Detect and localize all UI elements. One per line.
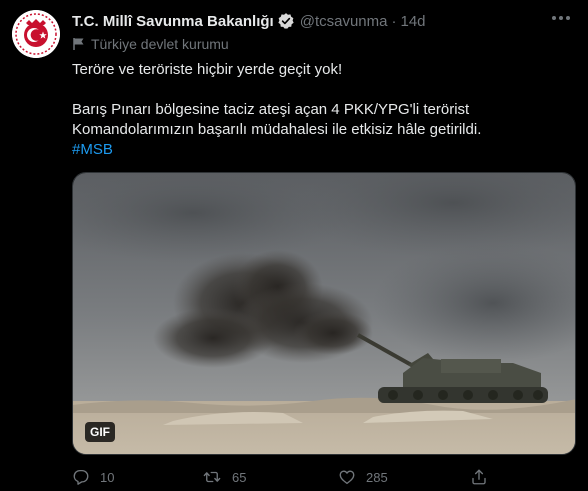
tweet[interactable]: T.C. Millî Savunma Bakanlığı @tcsavunma … <box>0 0 588 491</box>
tweet-text-line: Teröre ve teröriste hiçbir yerde geçit y… <box>72 61 343 78</box>
retweet-icon <box>203 471 221 483</box>
retweet-button[interactable]: 65 <box>202 466 246 488</box>
tweet-text-line: Barış Pınarı bölgesine taciz ateşi açan … <box>72 101 470 118</box>
gif-badge: GIF <box>85 422 115 442</box>
separator-dot: · <box>391 12 397 30</box>
avatar[interactable] <box>12 10 60 58</box>
more-dots-icon <box>552 16 570 20</box>
reply-button[interactable]: 10 <box>72 466 114 488</box>
government-label-text: Türkiye devlet kurumu <box>91 36 229 52</box>
reply-icon <box>73 469 89 485</box>
howitzer-firing-image <box>73 173 575 454</box>
author-handle[interactable]: @tcsavunma <box>300 13 388 30</box>
tweet-header: T.C. Millî Savunma Bakanlığı @tcsavunma … <box>72 11 426 31</box>
like-button[interactable]: 285 <box>338 466 388 488</box>
tweet-timestamp[interactable]: 14d <box>400 13 425 30</box>
verified-badge-icon <box>277 12 295 30</box>
retweet-count: 65 <box>232 469 247 485</box>
more-options-button[interactable] <box>548 8 574 28</box>
heart-icon <box>339 470 355 485</box>
hashtag-link[interactable]: #MSB <box>72 140 113 160</box>
like-count: 285 <box>366 469 388 485</box>
tweet-text-line: Komandolarımızın başarılı müdahalesi ile… <box>72 121 482 138</box>
msb-emblem-icon <box>12 10 60 58</box>
share-icon <box>472 469 486 485</box>
gif-media[interactable]: GIF <box>72 172 576 455</box>
government-label: Türkiye devlet kurumu <box>72 35 229 53</box>
tweet-actions: 10 65 285 <box>72 466 576 488</box>
reply-count: 10 <box>100 469 115 485</box>
flag-icon <box>73 38 84 50</box>
share-button[interactable] <box>470 466 498 488</box>
author-name[interactable]: T.C. Millî Savunma Bakanlığı <box>72 13 274 30</box>
